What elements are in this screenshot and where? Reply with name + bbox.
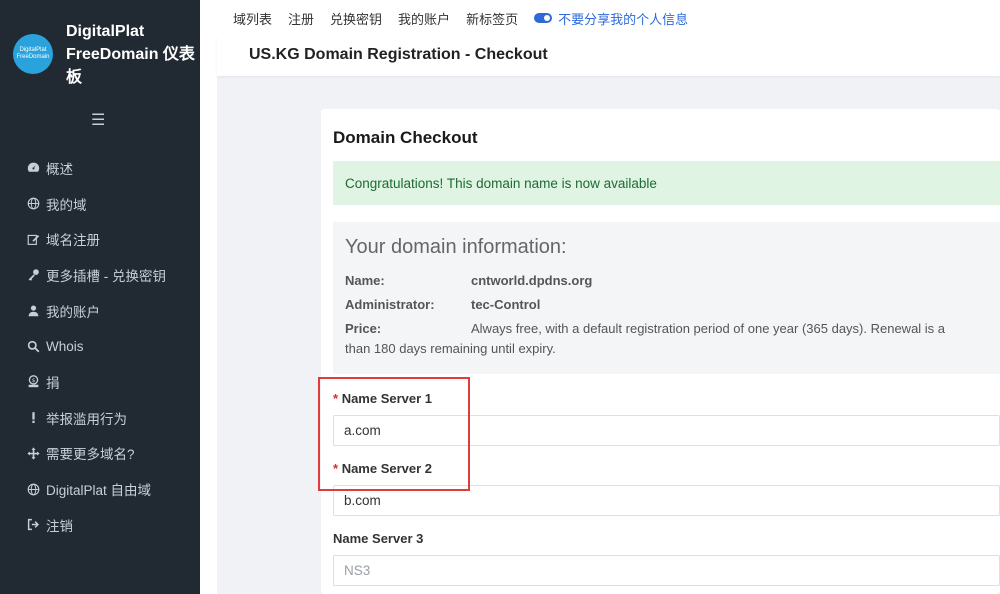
arrows-icon [26, 446, 40, 460]
privacy-toggle-icon [534, 13, 553, 23]
info-row-name: Name: cntworld.dpdns.org [345, 273, 592, 288]
sidebar-item-label: 捐 [46, 375, 60, 391]
key-icon [26, 268, 40, 282]
privacy-label: 不要分享我的个人信息 [558, 11, 689, 27]
donate-icon: $ [26, 375, 40, 389]
sidebar-item-label: 我的账户 [46, 304, 100, 320]
domain-info-title: Your domain information: [345, 236, 567, 258]
sidebar-item-logout[interactable]: 注销 [0, 507, 200, 543]
name-value: cntworld.dpdns.org [471, 273, 593, 288]
sidebar-item-my-domains[interactable]: 我的域 [0, 186, 200, 222]
main-content: US.KG Domain Registration - Checkout Dom… [217, 36, 1000, 594]
sidebar-item-domain-register[interactable]: 域名注册 [0, 221, 200, 257]
sidebar-item-donate[interactable]: $ 捐 [0, 364, 200, 400]
brand-logo: DigitalPlat FreeDomain [13, 34, 53, 74]
sidebar-item-label: 域名注册 [46, 233, 100, 249]
exclamation-icon [26, 411, 40, 425]
admin-label: Administrator: [345, 297, 435, 312]
sidebar-item-report-abuse[interactable]: 举报滥用行为 [0, 400, 200, 436]
hamburger-icon[interactable]: ☰ [91, 110, 105, 130]
info-row-admin: Administrator: tec-Control [345, 297, 540, 312]
topnav-redeem-key[interactable]: 兑换密钥 [330, 9, 382, 28]
sidebar-item-label: 概述 [46, 161, 73, 177]
domain-info-panel: Your domain information: Name: cntworld.d… [333, 222, 1000, 374]
edit-icon [26, 232, 40, 246]
sidebar-item-label: 举报滥用行为 [46, 411, 127, 427]
sidebar-item-label: DigitalPlat 自由域 [46, 483, 152, 499]
sidebar-item-label: 注销 [46, 518, 73, 534]
checkout-card: Domain Checkout Congratulations! This do… [321, 109, 1000, 594]
svg-text:$: $ [31, 378, 35, 384]
topnav-register[interactable]: 注册 [288, 9, 314, 28]
sidebar: DigitalPlat FreeDomain DigitalPlat FreeD… [0, 0, 200, 594]
ns3-label-text: Name Server 3 [333, 531, 424, 546]
sidebar-item-more-domains[interactable]: 需要更多域名? [0, 436, 200, 472]
privacy-opt-out-link[interactable]: 不要分享我的个人信息 [534, 9, 688, 28]
page-header: US.KG Domain Registration - Checkout [217, 36, 1000, 76]
sidebar-item-whois[interactable]: Whois [0, 328, 200, 364]
topnav-new-tab[interactable]: 新标签页 [466, 9, 518, 28]
user-icon [26, 304, 40, 318]
sidebar-item-label: 需要更多域名? [46, 447, 135, 463]
brand[interactable]: DigitalPlat FreeDomain DigitalPlat FreeD… [0, 0, 200, 105]
ns3-label: Name Server 3 [333, 531, 423, 546]
sign-out-icon [26, 518, 40, 532]
globe-icon [26, 197, 40, 211]
price-label: Price: [345, 321, 382, 336]
brand-title[interactable]: DigitalPlat FreeDomain 仪表板 [66, 20, 196, 89]
sidebar-item-redeem-key[interactable]: 更多插槽 - 兑换密钥 [0, 257, 200, 293]
page-title: US.KG Domain Registration - Checkout [249, 46, 548, 63]
logo-text-line1: DigitalPlat [19, 47, 47, 53]
success-alert: Congratulations! This domain name is now… [333, 161, 1000, 205]
globe-icon [26, 482, 40, 496]
sidebar-item-label: 我的域 [46, 197, 87, 213]
sidebar-nav: 概述 我的域 域名注册 更多插槽 - 兑换密钥 我的账户 Whois $ 捐 举… [0, 150, 200, 543]
price-value-continued: than 180 days remaining until expiry. [345, 341, 556, 356]
ns3-input[interactable]: NS3 [333, 555, 1000, 586]
annotation-highlight-box [318, 377, 470, 491]
search-icon [26, 339, 40, 353]
sidebar-item-label: 更多插槽 - 兑换密钥 [46, 268, 166, 284]
sidebar-item-overview[interactable]: 概述 [0, 150, 200, 186]
price-value: Always free, with a default registration… [471, 321, 946, 336]
card-title: Domain Checkout [333, 128, 478, 147]
top-navbar: 域列表 注册 兑换密钥 我的账户 新标签页 不要分享我的个人信息 [217, 0, 1000, 36]
name-label: Name: [345, 273, 385, 288]
admin-value: tec-Control [471, 297, 541, 312]
sidebar-item-my-account[interactable]: 我的账户 [0, 293, 200, 329]
dashboard-icon [26, 161, 40, 175]
sidebar-item-free-domain[interactable]: DigitalPlat 自由域 [0, 471, 200, 507]
topnav-domain-list[interactable]: 域列表 [233, 9, 272, 28]
sidebar-item-label: Whois [46, 338, 84, 354]
logo-text-line2: FreeDomain [16, 54, 50, 60]
info-row-price: Price: Always free, with a default regist… [345, 319, 1000, 359]
topnav-my-account[interactable]: 我的账户 [398, 9, 450, 28]
